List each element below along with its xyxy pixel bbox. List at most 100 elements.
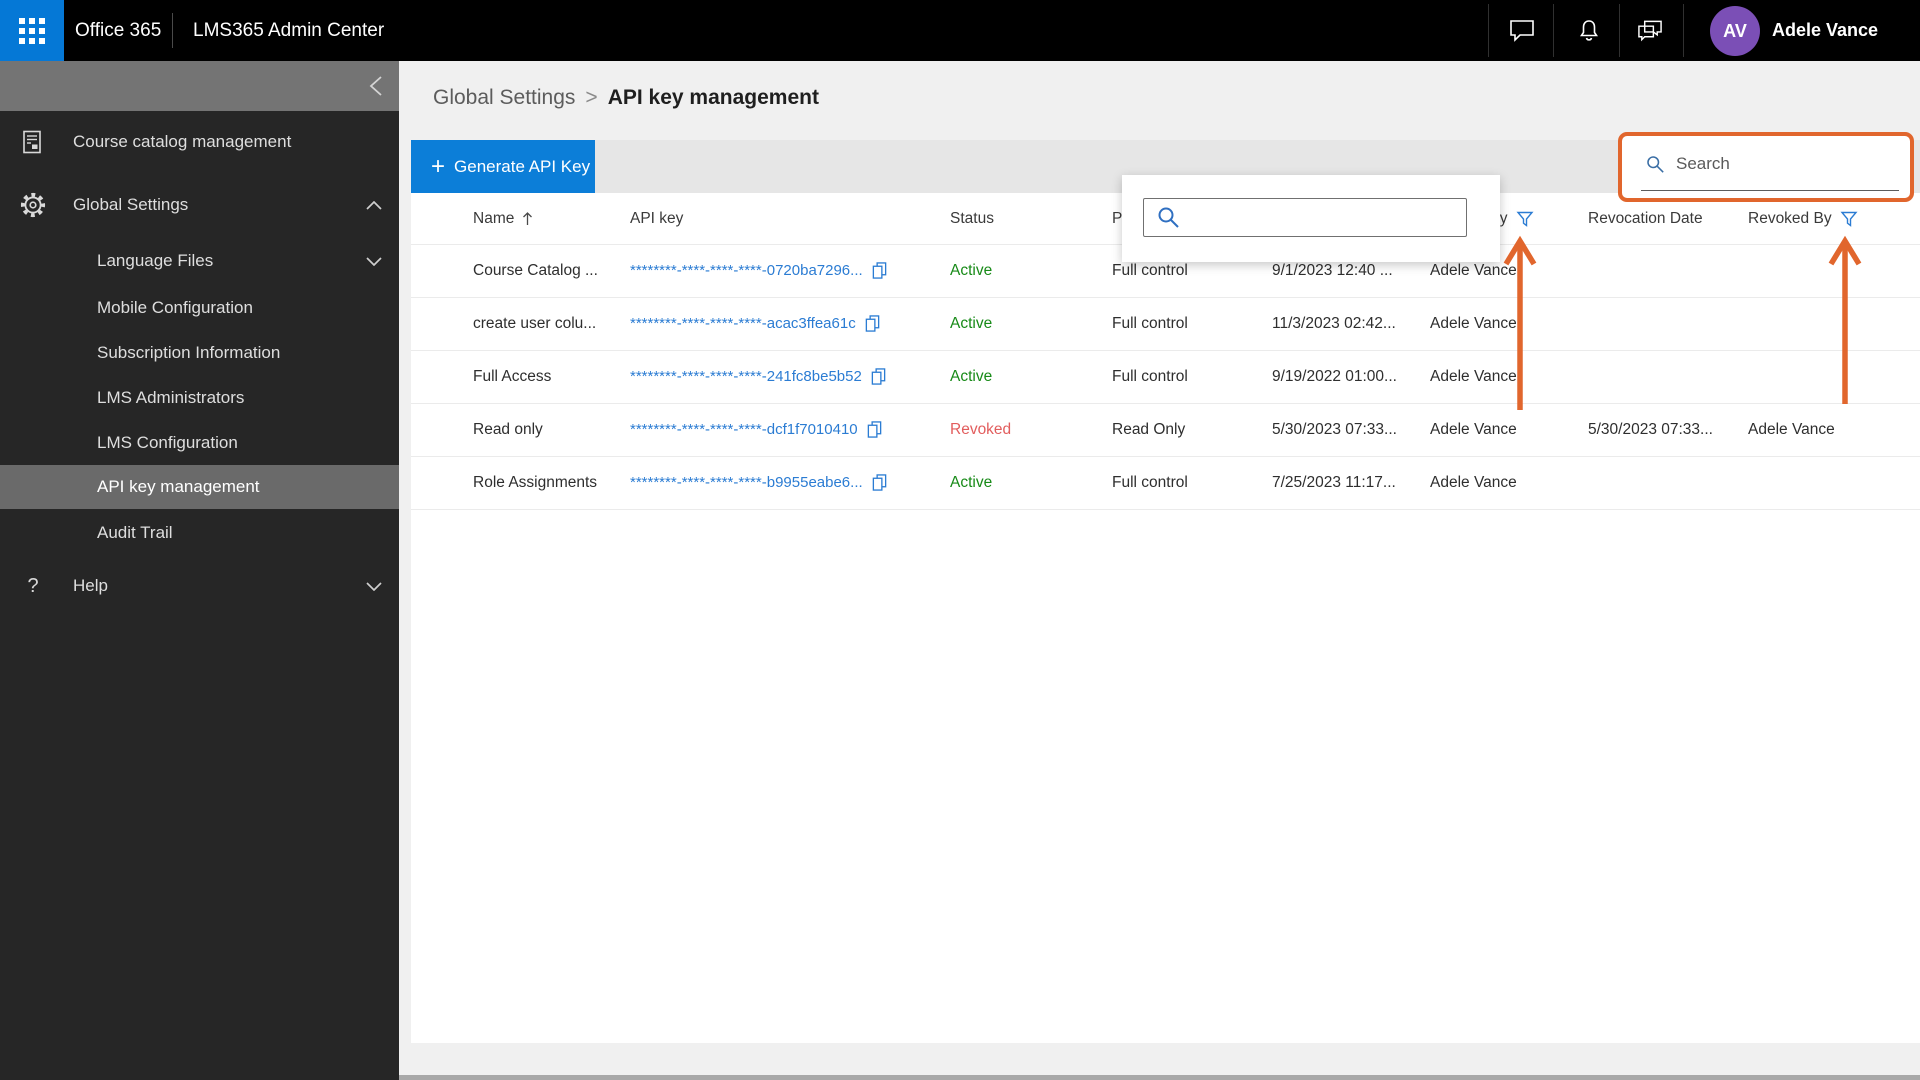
- sidebar-item-label: Global Settings: [73, 195, 189, 214]
- sidebar-item-course-catalog-management[interactable]: Course catalog management: [0, 120, 399, 164]
- status-badge: Active: [950, 367, 993, 385]
- topbar-divider: [172, 13, 173, 48]
- cell-api-key: ********-****-****-****-acac3ffea61c: [630, 297, 881, 350]
- cell-permission: Full control: [1112, 314, 1188, 332]
- cell-api-key: ********-****-****-****-241fc8be5b52: [630, 350, 887, 403]
- table-row[interactable]: Full Access ********-****-****-****-241f…: [411, 350, 1920, 404]
- copy-icon[interactable]: [871, 261, 888, 280]
- page-title: API key management: [607, 86, 819, 109]
- cell-name: Read only: [473, 420, 543, 438]
- office-365-label[interactable]: Office 365: [75, 0, 161, 61]
- sidebar-item-label: LMS Administrators: [97, 388, 245, 407]
- sidebar-item-subscription-information[interactable]: Subscription Information: [0, 331, 399, 375]
- cell-name: Full Access: [473, 367, 552, 385]
- topbar-divider: [1619, 4, 1620, 57]
- app-launcher-icon[interactable]: [0, 0, 64, 61]
- sidebar-item-label: Mobile Configuration: [97, 298, 253, 317]
- sidebar-item-label: Audit Trail: [97, 523, 173, 542]
- table-row[interactable]: create user colu... ********-****-****-*…: [411, 297, 1920, 351]
- sidebar-header: [0, 61, 399, 111]
- generate-api-key-label: Generate API Key: [454, 156, 591, 176]
- notifications-bell-icon[interactable]: [1576, 0, 1602, 61]
- status-badge: Active: [950, 261, 993, 279]
- table-panel: Name API key Status Permission Created C…: [411, 193, 1920, 1043]
- popup-search-input[interactable]: [1189, 201, 1466, 234]
- status-badge: Active: [950, 314, 993, 332]
- feedback-icon[interactable]: [1637, 0, 1663, 61]
- sidebar-item-audit-trail[interactable]: Audit Trail: [0, 511, 399, 555]
- sort-ascending-icon: [522, 211, 533, 226]
- chevron-down-icon[interactable]: [366, 251, 382, 271]
- copy-icon[interactable]: [870, 367, 887, 386]
- cell-created: 7/25/2023 11:17...: [1272, 473, 1396, 491]
- sidebar-item-label: Help: [73, 576, 108, 595]
- cell-name: create user colu...: [473, 314, 597, 332]
- sidebar-item-label: API key management: [97, 477, 260, 496]
- table-row[interactable]: Role Assignments ********-****-****-****…: [411, 456, 1920, 510]
- help-icon: ?: [27, 574, 39, 597]
- cell-permission: Full control: [1112, 473, 1188, 491]
- copy-icon[interactable]: [866, 420, 883, 439]
- sidebar-item-global-settings[interactable]: Global Settings: [0, 183, 399, 227]
- sidebar-item-label: Language Files: [97, 251, 214, 270]
- search-box[interactable]: [1641, 138, 1899, 191]
- cell-api-key: ********-****-****-****-dcf1f7010410: [630, 403, 883, 456]
- admin-center-label[interactable]: LMS365 Admin Center: [193, 0, 384, 61]
- breadcrumb-section[interactable]: Global Settings: [433, 86, 575, 109]
- sidebar-item-mobile-configuration[interactable]: Mobile Configuration: [0, 286, 399, 330]
- search-icon: [1647, 155, 1664, 173]
- sidebar-item-label: Course catalog management: [73, 132, 292, 151]
- chevron-up-icon[interactable]: [366, 195, 382, 215]
- cell-api-key: ********-****-****-****-b9955eabe6...: [630, 456, 888, 509]
- copy-icon[interactable]: [871, 473, 888, 492]
- cell-created-by: Adele Vance: [1430, 473, 1517, 491]
- plus-icon: +: [431, 152, 446, 180]
- top-bar: Office 365 LMS365 Admin Center AV Adele …: [0, 0, 1920, 61]
- cell-created: 9/19/2022 01:00...: [1272, 367, 1397, 385]
- table-row[interactable]: Read only ********-****-****-****-dcf1f7…: [411, 403, 1920, 457]
- topbar-divider: [1553, 4, 1554, 57]
- column-header-name[interactable]: Name: [473, 193, 533, 244]
- cell-permission: Full control: [1112, 367, 1188, 385]
- breadcrumb: Global Settings > API key management: [433, 86, 819, 110]
- catalog-icon: [20, 129, 46, 155]
- status-badge: Revoked: [950, 420, 1012, 438]
- generate-api-key-button[interactable]: + Generate API Key: [411, 140, 595, 193]
- chat-icon[interactable]: [1509, 0, 1535, 61]
- cell-created-by: Adele Vance: [1430, 420, 1517, 438]
- cell-created-by: Adele Vance: [1430, 367, 1517, 385]
- sidebar: Course catalog management Global Setting…: [0, 61, 399, 1080]
- sidebar-item-lms-administrators[interactable]: LMS Administrators: [0, 376, 399, 420]
- cell-permission: Read Only: [1112, 420, 1186, 438]
- filter-icon[interactable]: [1840, 211, 1858, 227]
- column-header-api-key[interactable]: API key: [630, 193, 683, 244]
- avatar[interactable]: AV: [1710, 6, 1760, 56]
- cell-revoked-by: Adele Vance: [1748, 420, 1835, 438]
- copy-icon[interactable]: [864, 314, 881, 333]
- user-name[interactable]: Adele Vance: [1772, 0, 1878, 61]
- cell-created: 5/30/2023 07:33...: [1272, 420, 1397, 438]
- popup-search-box[interactable]: [1143, 198, 1467, 237]
- horizontal-scrollbar[interactable]: [399, 1075, 1920, 1080]
- topbar-divider: [1488, 4, 1489, 57]
- sidebar-item-help[interactable]: ? Help: [0, 564, 399, 608]
- sidebar-item-label: Subscription Information: [97, 343, 281, 362]
- sidebar-item-label: LMS Configuration: [97, 433, 238, 452]
- sidebar-item-language-files[interactable]: Language Files: [0, 239, 399, 283]
- cell-api-key: ********-****-****-****-0720ba7296...: [630, 244, 888, 297]
- topbar-divider: [1683, 4, 1684, 57]
- cell-name: Role Assignments: [473, 473, 598, 491]
- status-badge: Active: [950, 473, 993, 491]
- sidebar-item-lms-configuration[interactable]: LMS Configuration: [0, 421, 399, 465]
- breadcrumb-separator: >: [585, 86, 598, 109]
- filter-icon[interactable]: [1516, 211, 1534, 227]
- chevron-down-icon[interactable]: [366, 576, 382, 596]
- sidebar-item-api-key-management[interactable]: API key management: [0, 465, 399, 509]
- cell-name: Course Catalog ...: [473, 261, 598, 279]
- search-highlight-annotation: [1618, 132, 1914, 202]
- column-header-status[interactable]: Status: [950, 193, 994, 244]
- filter-search-popup: [1122, 175, 1500, 262]
- collapse-sidebar-icon[interactable]: [367, 75, 385, 97]
- search-input[interactable]: [1674, 153, 1899, 175]
- cell-revocation-date: 5/30/2023 07:33...: [1588, 420, 1713, 438]
